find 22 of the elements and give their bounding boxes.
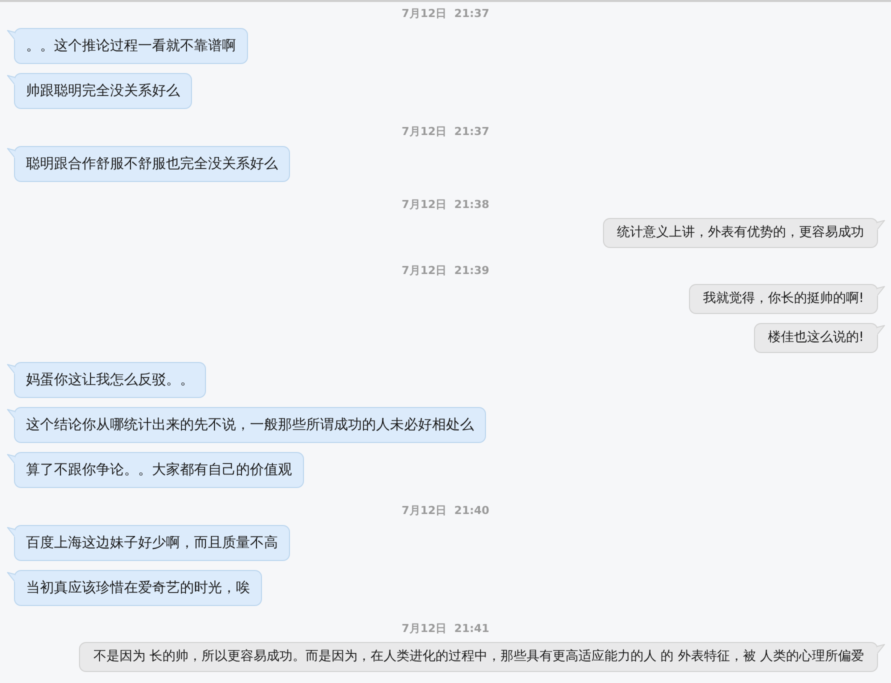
bubble-tail-icon <box>877 286 885 297</box>
message-bubble: 百度上海这边妹子好少啊，而且质量不高 <box>14 525 290 561</box>
message-bubble: 统计意义上讲，外表有优势的，更容易成功 <box>603 218 878 248</box>
message-bubble: 不是因为 长的帅，所以更容易成功。而是因为，在人类进化的过程中，那些具有更高适应能力的人 的 外表特征，被 人类的心理所偏爱 <box>79 642 878 672</box>
message-bubble: 楼佳也这么说的! <box>754 323 878 353</box>
bubble-tail-icon <box>877 644 885 655</box>
message-timestamp: 7月12日 21:41 <box>402 622 490 636</box>
message-timestamp: 7月12日 21:37 <box>402 7 490 21</box>
message-timestamp: 7月12日 21:40 <box>402 504 490 518</box>
message-bubble: 我就觉得，你长的挺帅的啊! <box>688 284 878 314</box>
message-timestamp: 7月12日 21:39 <box>402 264 490 278</box>
message-bubble: 这个结论你从哪统计出来的先不说，一般那些所谓成功的人未必好相处么 <box>14 407 486 443</box>
message-bubble: 当初真应该珍惜在爱奇艺的时光，唉 <box>14 570 262 606</box>
message-bubble: 帅跟聪明完全没关系好么 <box>14 73 192 109</box>
bubble-tail-icon <box>877 325 885 336</box>
message-bubble: 聪明跟合作舒服不舒服也完全没关系好么 <box>14 146 290 182</box>
message-timestamp: 7月12日 21:37 <box>402 125 490 139</box>
message-bubble: 算了不跟你争论。。大家都有自己的价值观 <box>14 452 304 488</box>
bubble-tail-icon <box>877 220 885 231</box>
message-timestamp: 7月12日 21:38 <box>402 198 490 212</box>
message-bubble: 妈蛋你这让我怎么反驳。。 <box>14 362 206 398</box>
message-bubble: 。。这个推论过程一看就不靠谱啊 <box>14 28 248 64</box>
